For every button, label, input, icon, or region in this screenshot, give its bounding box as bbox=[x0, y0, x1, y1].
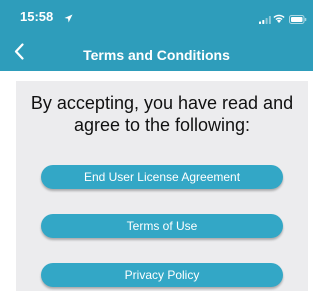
battery-icon bbox=[289, 11, 307, 29]
location-arrow-icon bbox=[64, 10, 73, 28]
intro-line-1: By accepting, you have read and bbox=[30, 93, 294, 113]
privacy-policy-button[interactable]: Privacy Policy bbox=[41, 263, 283, 287]
page-title: Terms and Conditions bbox=[83, 47, 230, 63]
navigation-bar: Terms and Conditions bbox=[0, 38, 313, 71]
app-header: 15:58 Terms and Conditions bbox=[0, 0, 313, 71]
status-time: 15:58 bbox=[20, 9, 54, 24]
intro-text: By accepting, you have read and agree to… bbox=[16, 92, 308, 136]
intro-line-2: agree to the following: bbox=[73, 115, 251, 135]
wifi-icon bbox=[273, 10, 285, 28]
terms-of-use-button[interactable]: Terms of Use bbox=[41, 214, 283, 238]
terms-panel: By accepting, you have read and agree to… bbox=[16, 81, 308, 291]
status-bar: 15:58 bbox=[0, 0, 313, 28]
signal-icon bbox=[259, 11, 271, 29]
eula-button[interactable]: End User License Agreement bbox=[41, 165, 283, 189]
